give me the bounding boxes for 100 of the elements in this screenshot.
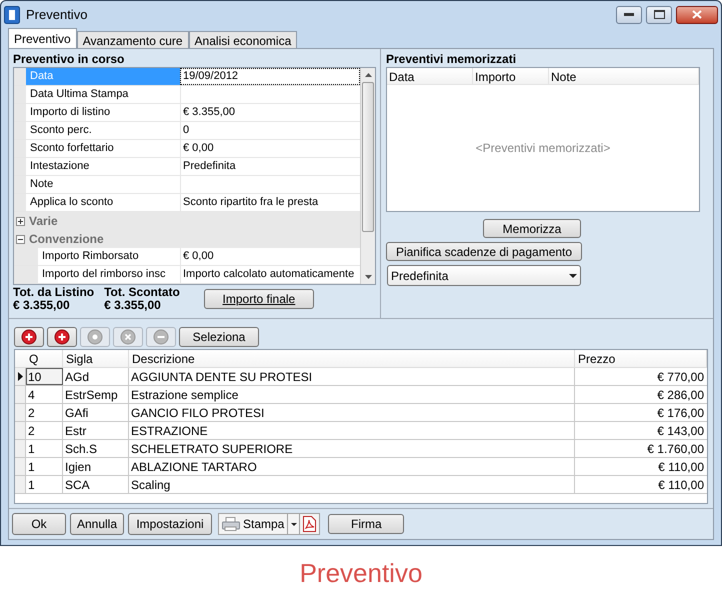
pdf-button[interactable] <box>300 513 320 535</box>
save-button[interactable]: Memorizza <box>483 219 581 238</box>
property-label[interactable]: Importo del rimborso insc <box>38 266 180 283</box>
total-value: € 3.355,00 <box>13 299 71 312</box>
column-header[interactable]: Note <box>549 68 699 84</box>
tab[interactable]: Analisi economica <box>188 31 298 48</box>
table-cell: SCHELETRATO SUPERIORE <box>129 440 575 457</box>
column-header[interactable]: Importo <box>473 68 549 84</box>
table-cell: EstrSemp <box>63 386 129 403</box>
scroll-down-icon <box>364 275 372 279</box>
table-cell: Sch.S <box>63 440 129 457</box>
table-cell: SCA <box>63 476 129 493</box>
empty-list-text: <Preventivi memorizzati> <box>476 140 610 157</box>
toolbar-button[interactable] <box>14 327 44 347</box>
table-cell: AGGIUNTA DENTE SU PROTESI <box>129 368 575 385</box>
tab[interactable]: Avanzamento cure <box>76 31 189 48</box>
close-button[interactable] <box>676 6 718 24</box>
table-cell-text: € 1.760,00 <box>646 440 705 457</box>
table-cell: ESTRAZIONE <box>129 422 575 439</box>
maximize-button[interactable] <box>646 6 672 24</box>
table-cell: GANCIO FILO PROTESI <box>129 404 575 421</box>
plus-circle-icon <box>54 329 70 345</box>
window-title: Preventivo <box>26 6 88 24</box>
caret-icon <box>290 522 297 526</box>
dropdown[interactable]: Predefinita <box>387 265 581 286</box>
column-header[interactable]: Data <box>387 68 473 84</box>
property-value[interactable]: 0 <box>180 122 360 139</box>
column-header[interactable]: Descrizione <box>129 350 575 367</box>
printer-icon <box>222 517 240 531</box>
dot-circle-icon <box>87 329 103 345</box>
sign-button[interactable]: Firma <box>328 514 404 534</box>
table-cell: 2 <box>26 404 63 421</box>
x-circle-icon <box>120 329 136 345</box>
table-cell: Igien <box>63 458 129 475</box>
property-label[interactable]: Sconto forfettario <box>26 140 180 157</box>
column-header[interactable]: Prezzo <box>575 350 707 367</box>
table-cell: 2 <box>26 422 63 439</box>
property-label[interactable]: Importo Rimborsato <box>38 248 180 265</box>
table-cell: Estrazione semplice <box>129 386 575 403</box>
property-value[interactable]: Sconto ripartito fra le presta <box>180 194 360 211</box>
print-button[interactable]: Stampa <box>218 513 288 535</box>
minimize-icon <box>624 12 634 16</box>
property-value[interactable]: Importo calcolato automaticamente <box>180 266 360 283</box>
expand-icon[interactable] <box>16 216 25 226</box>
final-amount-button[interactable]: Importo finale <box>204 289 314 309</box>
app-icon <box>4 6 20 24</box>
property-label[interactable]: Applica lo sconto <box>26 194 180 211</box>
scrollbar[interactable] <box>360 68 375 284</box>
table-cell-text: € 110,00 <box>657 476 705 493</box>
property-value[interactable]: Predefinita <box>180 158 360 175</box>
table-cell-text: € 110,00 <box>657 458 705 475</box>
group-label: Convenzione <box>29 231 104 248</box>
property-label[interactable]: Note <box>26 176 180 193</box>
property-label[interactable]: Sconto perc. <box>26 122 180 139</box>
table-cell: GAfi <box>63 404 129 421</box>
group-label: Varie <box>29 213 58 230</box>
minus-circle-icon <box>153 329 169 345</box>
plus-circle-icon <box>21 329 37 345</box>
table-cell-text: € 770,00 <box>656 368 705 385</box>
collapse-icon[interactable] <box>16 234 25 244</box>
table-cell: 1 <box>26 440 63 457</box>
property-value[interactable]: € 0,00 <box>180 248 360 265</box>
payment-schedule-button[interactable]: Pianifica scadenze di pagamento <box>386 242 582 261</box>
minimize-button[interactable] <box>616 6 642 24</box>
cancel-button[interactable]: Annulla <box>70 513 124 535</box>
toolbar-button[interactable] <box>47 327 77 347</box>
table-cell: 10 <box>26 368 63 385</box>
row-header[interactable] <box>15 368 26 385</box>
table-cell: Estr <box>63 422 129 439</box>
property-label[interactable]: Intestazione <box>26 158 180 175</box>
column-header[interactable]: Q <box>26 350 63 367</box>
table-cell: Scaling <box>129 476 575 493</box>
scroll-thumb[interactable] <box>362 82 374 232</box>
scroll-up-icon <box>364 73 372 77</box>
settings-button[interactable]: Impostazioni <box>128 513 212 535</box>
table-cell: 1 <box>26 476 63 493</box>
row-pointer-icon <box>18 372 22 381</box>
table-cell: ABLAZIONE TARTARO <box>129 458 575 475</box>
property-value[interactable]: € 0,00 <box>180 140 360 157</box>
table-cell: AGd <box>63 368 129 385</box>
total-label: Tot. Scontato <box>104 286 180 299</box>
total-value: € 3.355,00 <box>104 299 162 312</box>
table-cell-text: € 176,00 <box>656 404 705 421</box>
table-cell: 4 <box>26 386 63 403</box>
property-label[interactable]: Importo di listino <box>26 104 180 121</box>
select-button[interactable]: Seleziona <box>179 327 259 347</box>
property-label[interactable]: Data Ultima Stampa <box>26 86 180 103</box>
property-value[interactable]: € 3.355,00 <box>180 104 360 121</box>
print-menu-button[interactable] <box>288 513 300 535</box>
dropdown-arrow-icon <box>569 274 577 278</box>
section-title: Preventivi memorizzati <box>386 52 516 67</box>
total-label: Tot. da Listino <box>13 286 94 299</box>
tab[interactable]: Preventivo <box>8 28 77 48</box>
ok-button[interactable]: Ok <box>12 513 66 535</box>
caption: Preventivo <box>300 556 422 590</box>
pdf-document-icon <box>303 516 316 532</box>
column-header[interactable]: Sigla <box>63 350 129 367</box>
section-title: Preventivo in corso <box>13 52 126 67</box>
maximize-icon <box>654 10 664 19</box>
property-value[interactable]: 19/09/2012 <box>180 68 360 85</box>
